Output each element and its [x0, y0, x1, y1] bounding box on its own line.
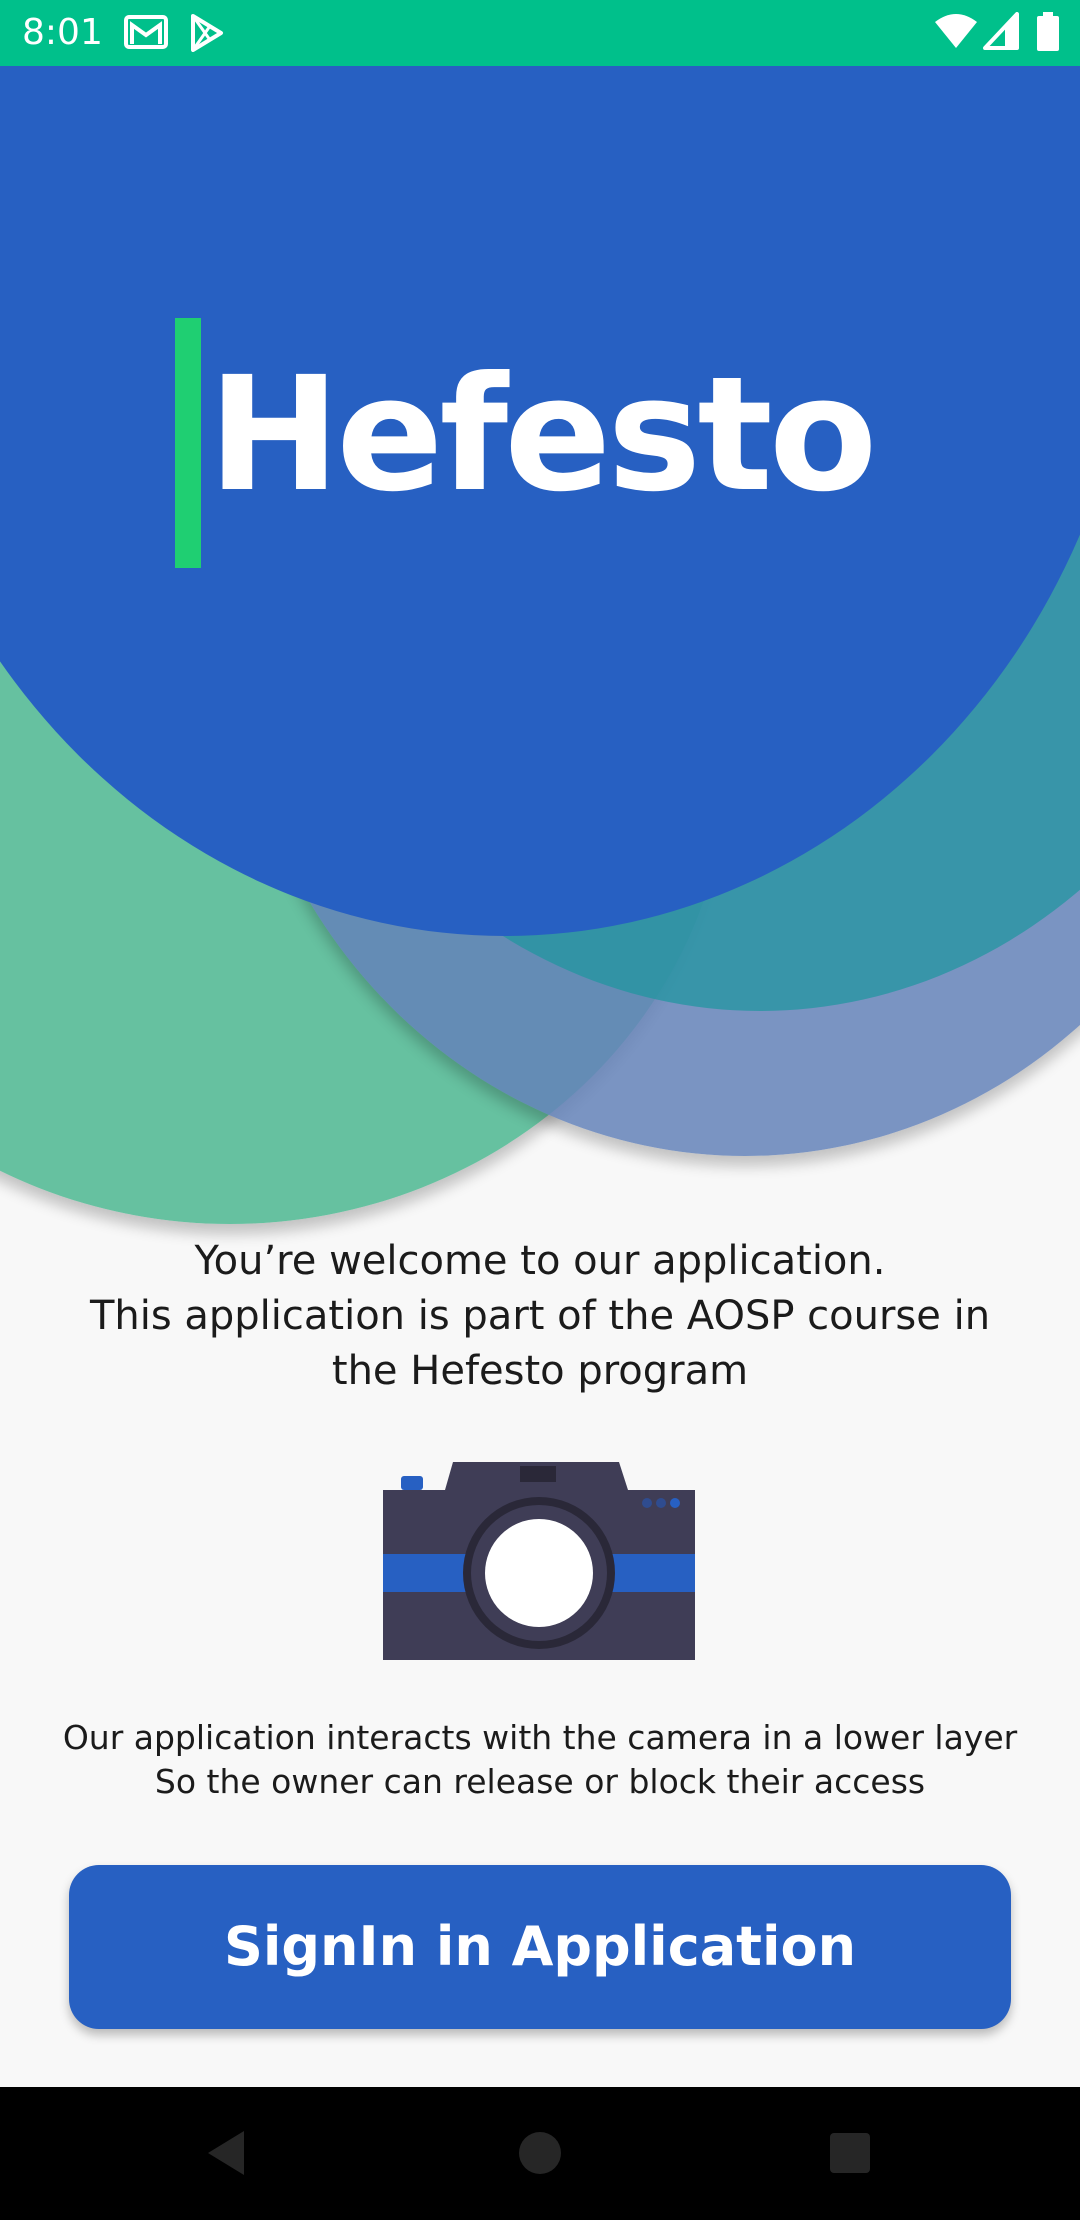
- signal-icon: [983, 12, 1019, 54]
- welcome-text: You’re welcome to our application. This …: [20, 1234, 1060, 1399]
- signin-button[interactable]: SignIn in Application: [69, 1865, 1011, 2029]
- camera-icon: [383, 1462, 695, 1660]
- description-text: Our application interacts with the camer…: [10, 1716, 1070, 1804]
- brand-accent-bar: [175, 318, 201, 568]
- play-store-icon: [190, 14, 224, 56]
- welcome-line-2: This application is part of the AOSP cou…: [89, 1293, 991, 1339]
- description-line-2: So the owner can release or block their …: [154, 1762, 926, 1801]
- back-icon[interactable]: [186, 2113, 266, 2193]
- status-bar: 8:01: [0, 0, 1080, 66]
- battery-icon: [1036, 12, 1060, 56]
- status-time: 8:01: [22, 12, 103, 53]
- brand-title: Hefesto: [208, 343, 877, 527]
- description-line-1: Our application interacts with the camer…: [62, 1718, 1018, 1757]
- app-screen: 8:01 Hefesto You’re welcome to our appli…: [0, 0, 1080, 2220]
- welcome-line-1: You’re welcome to our application.: [194, 1238, 886, 1284]
- navigation-bar: [0, 2087, 1080, 2220]
- home-icon[interactable]: [500, 2113, 580, 2193]
- gmail-icon: [124, 14, 168, 54]
- welcome-line-3: the Hefesto program: [331, 1348, 749, 1394]
- hero-banner: [0, 66, 1080, 1266]
- recents-icon[interactable]: [810, 2113, 890, 2193]
- wifi-icon: [934, 12, 978, 54]
